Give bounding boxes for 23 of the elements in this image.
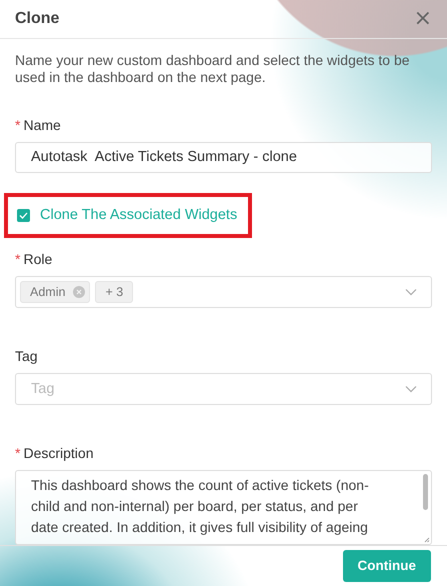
intro-text: Name your new custom dashboard and select the widgets to be used in the dashboard on the next page. — [15, 52, 411, 86]
resize-grip-icon[interactable] — [423, 536, 430, 543]
clone-widgets-checkbox[interactable]: Clone The Associated Widgets — [17, 207, 238, 224]
required-asterisk: * — [15, 250, 20, 267]
scrollbar-thumb[interactable] — [423, 474, 428, 510]
role-select[interactable]: Admin + 3 — [15, 276, 432, 308]
remove-icon[interactable] — [73, 286, 86, 298]
field-label: Role — [23, 250, 52, 267]
role-tag[interactable]: Admin — [20, 280, 90, 303]
chevron-down-icon — [405, 288, 417, 296]
chevron-down-icon — [405, 384, 417, 393]
check-icon — [19, 212, 28, 219]
field-label: Tag — [15, 348, 38, 364]
field-label: Description — [23, 444, 94, 461]
required-asterisk: * — [15, 444, 20, 461]
more-tags-count[interactable]: + 3 — [95, 280, 134, 303]
continue-button[interactable]: Continue — [342, 550, 431, 582]
field-label: Name — [23, 116, 61, 133]
dialog-title: Clone — [15, 10, 60, 28]
description-field[interactable]: This dashboard shows the count of active tickets (non-child and non-internal) per board, per status, and per date created. In addition, it gives full visibility of ageing — [15, 470, 432, 545]
required-asterisk: * — [15, 116, 20, 133]
close-button[interactable]: × — [414, 8, 432, 30]
name-input-field[interactable]: Autotask Active Tickets Summary - clone — [15, 142, 432, 173]
